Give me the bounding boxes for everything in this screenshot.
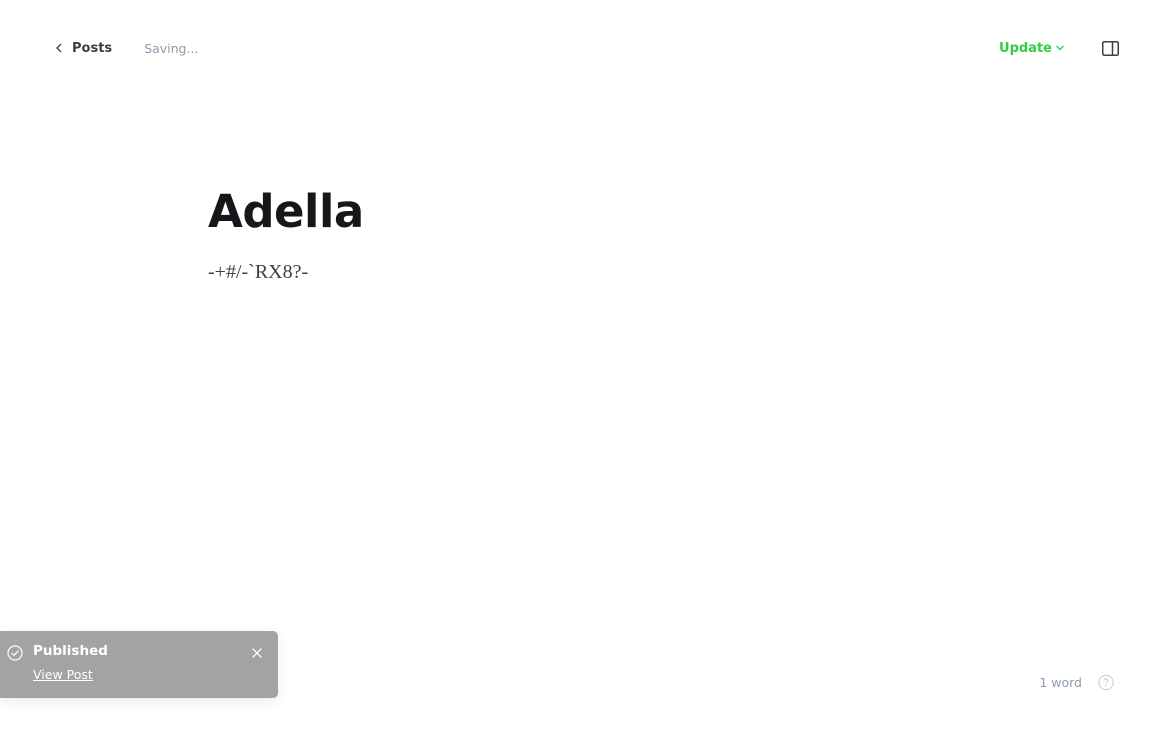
update-button[interactable]: Update [999, 41, 1065, 56]
chevron-down-icon [1055, 43, 1065, 53]
post-title-input[interactable]: Adella [208, 180, 948, 244]
sidebar-toggle-icon [1101, 40, 1119, 56]
editor-header-right: Update [999, 36, 1120, 60]
editor-footer: 1 word [1039, 670, 1114, 694]
close-icon[interactable] [251, 647, 262, 658]
post-editor: Posts Saving... Update Adella -+#/-`RX8?… [0, 0, 1156, 729]
editor-header-left: Posts Saving... [53, 36, 198, 60]
post-body-editor[interactable]: -+#/-`RX8?- [208, 256, 948, 288]
back-link-label: Posts [72, 40, 113, 56]
view-post-link[interactable]: View Post [33, 667, 93, 682]
sidebar-toggle-button[interactable] [1100, 38, 1120, 58]
save-status: Saving... [144, 40, 199, 56]
notification-title: Published [33, 643, 108, 659]
editor-content: Adella -+#/-`RX8?- [208, 180, 948, 288]
back-to-posts-link[interactable]: Posts [53, 41, 112, 56]
update-button-label: Update [999, 40, 1052, 56]
help-circle-icon[interactable] [1098, 674, 1114, 690]
chevron-left-icon [53, 42, 65, 54]
published-notification: Published View Post [0, 631, 278, 698]
check-circle-icon [7, 645, 23, 661]
word-count: 1 word [1039, 674, 1082, 690]
